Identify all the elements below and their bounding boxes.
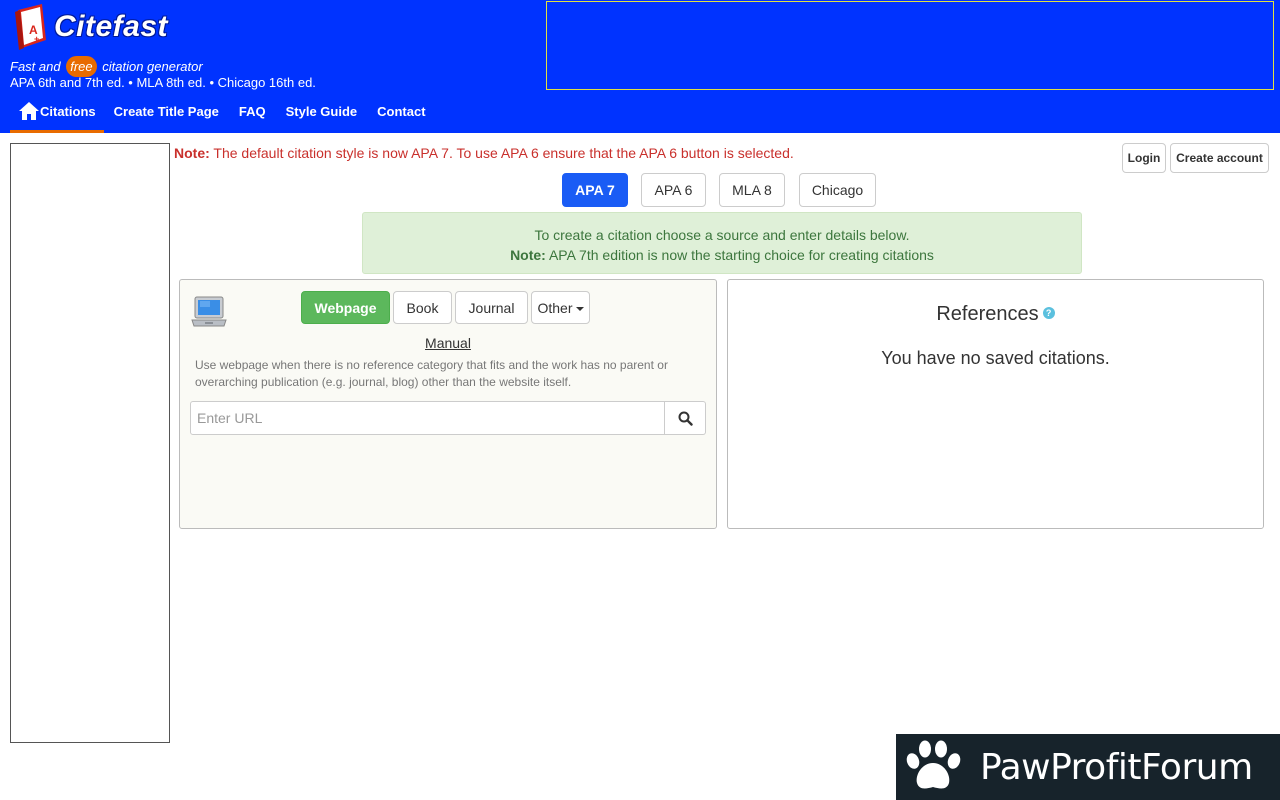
- instructions-line: To create a citation choose a source and…: [534, 227, 910, 243]
- source-journal-button[interactable]: Journal: [455, 291, 528, 324]
- style-apa6-button[interactable]: APA 6: [641, 173, 706, 207]
- nav-faq[interactable]: FAQ: [229, 96, 276, 133]
- nav-citations-label: Citations: [40, 104, 96, 119]
- source-webpage-button[interactable]: Webpage: [301, 291, 390, 324]
- instructions-note-prefix: Note:: [510, 247, 546, 263]
- notice-text: The default citation style is now APA 7.…: [209, 145, 794, 161]
- tagline-start: Fast and: [10, 59, 61, 74]
- tagline: Fast and free citation generator: [10, 56, 203, 77]
- site-header: A + Citefast Fast and free citation gene…: [0, 0, 1280, 133]
- search-icon: [678, 411, 693, 426]
- style-change-notice: Note: The default citation style is now …: [174, 145, 794, 161]
- source-other-label: Other: [537, 299, 573, 316]
- references-title: References: [936, 303, 1039, 325]
- notice-prefix: Note:: [174, 145, 210, 161]
- chevron-down-icon: [575, 306, 584, 311]
- free-badge: free: [66, 56, 97, 77]
- nav-contact[interactable]: Contact: [367, 96, 435, 133]
- watermark-text: PawProfitForum: [980, 746, 1253, 788]
- style-mla8-button[interactable]: MLA 8: [719, 173, 785, 207]
- style-chicago-button[interactable]: Chicago: [799, 173, 876, 207]
- instructions-note-text: APA 7th edition is now the starting choi…: [545, 247, 934, 263]
- references-panel: References? You have no saved citations.: [727, 279, 1264, 529]
- nav-create-title-page[interactable]: Create Title Page: [104, 96, 229, 133]
- nav-style-guide[interactable]: Style Guide: [276, 96, 368, 133]
- laptop-icon: [191, 296, 227, 327]
- source-help-text: Use webpage when there is no reference c…: [195, 358, 668, 389]
- question-icon[interactable]: ?: [1042, 307, 1055, 320]
- paw-icon: [906, 740, 961, 789]
- create-account-button[interactable]: Create account: [1170, 143, 1269, 173]
- manual-entry-link[interactable]: Manual: [180, 335, 716, 351]
- source-panel: Webpage Book Journal Other Manual Use we…: [179, 279, 717, 529]
- watermark-banner: PawProfitForum: [896, 734, 1280, 800]
- style-apa7-button[interactable]: APA 7: [562, 173, 628, 207]
- instructions-note: Note: APA 7th edition is now the startin…: [363, 245, 1081, 265]
- site-logo[interactable]: A + Citefast: [12, 2, 197, 52]
- nav-citations[interactable]: Citations: [10, 96, 104, 133]
- svg-text:+: +: [34, 34, 39, 44]
- instructions-alert: To create a citation choose a source and…: [362, 212, 1082, 274]
- main-nav: Citations Create Title Page FAQ Style Gu…: [10, 96, 436, 133]
- tagline-end: citation generator: [102, 59, 203, 74]
- sidebar-ad-slot: [10, 143, 170, 743]
- source-book-button[interactable]: Book: [393, 291, 452, 324]
- url-search-group: [190, 401, 706, 435]
- home-icon: [19, 102, 39, 120]
- supported-editions: APA 6th and 7th ed. • MLA 8th ed. • Chic…: [10, 75, 316, 90]
- source-other-dropdown[interactable]: Other: [531, 291, 590, 324]
- references-heading: References?: [728, 303, 1263, 326]
- url-input[interactable]: [190, 401, 665, 435]
- book-logo-icon: A +: [15, 4, 46, 50]
- login-button[interactable]: Login: [1122, 143, 1166, 173]
- brand-name: Citefast: [54, 10, 169, 43]
- url-search-button[interactable]: [665, 401, 706, 435]
- references-empty-message: You have no saved citations.: [881, 348, 1110, 368]
- header-ad-slot: [546, 1, 1274, 90]
